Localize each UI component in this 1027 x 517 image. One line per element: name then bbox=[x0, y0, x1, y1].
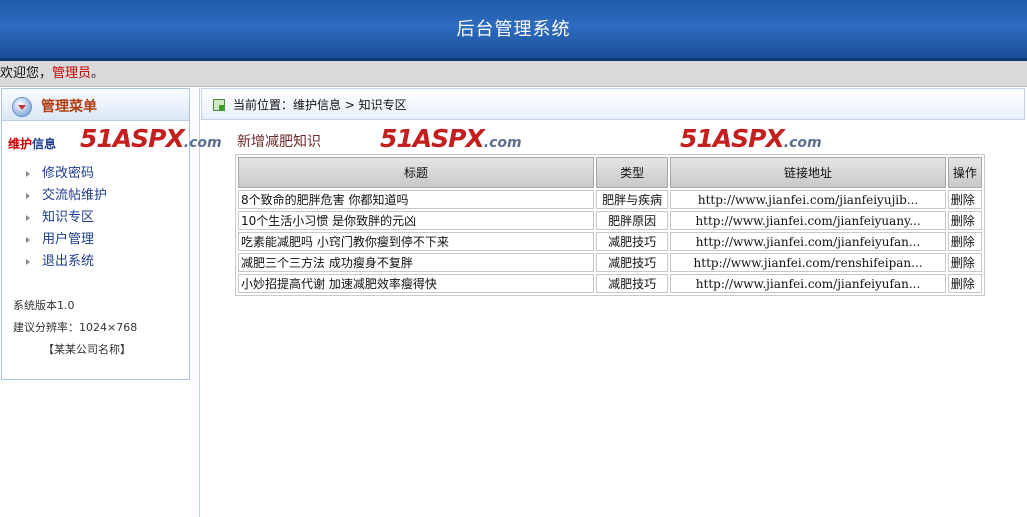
system-info: 系统版本1.0 建议分辨率：1024×768 【某某公司名称】 bbox=[13, 295, 137, 361]
row-type: 肥胖原因 bbox=[595, 211, 669, 230]
row-title: 减肥三个三方法 成功瘦身不复胖 bbox=[238, 253, 594, 272]
table-row: 小妙招提高代谢 加速减肥效率瘦得快 减肥技巧 http://www.jianfe… bbox=[238, 274, 982, 293]
row-action-cell: 删除 bbox=[947, 232, 982, 251]
row-url-link[interactable]: http://www.jianfei.com/jianfeiyufan... bbox=[696, 277, 921, 291]
delete-button[interactable]: 删除 bbox=[951, 193, 975, 207]
delete-button[interactable]: 删除 bbox=[951, 256, 975, 270]
recommended-resolution: 建议分辨率：1024×768 bbox=[13, 321, 138, 334]
welcome-suffix: 。 bbox=[91, 66, 105, 81]
row-url-cell: http://www.jianfei.com/jianfeiyufan... bbox=[670, 232, 946, 251]
current-user-name: 管理员 bbox=[52, 66, 92, 81]
row-action-cell: 删除 bbox=[947, 274, 982, 293]
table-row: 减肥三个三方法 成功瘦身不复胖 减肥技巧 http://www.jianfei.… bbox=[238, 253, 982, 272]
row-title: 10个生活小习惯 是你致胖的元凶 bbox=[238, 211, 594, 230]
row-url-cell: http://www.jianfei.com/renshifeipan... bbox=[670, 253, 946, 272]
section-title: 维护信息 bbox=[8, 135, 56, 152]
watermark-suffix: .com bbox=[183, 135, 222, 151]
sidebar-item-users[interactable]: 用户管理 bbox=[2, 229, 189, 251]
column-header-action: 操作 bbox=[947, 157, 982, 188]
column-header-title: 标题 bbox=[238, 157, 594, 188]
row-title: 8个致命的肥胖危害 你都知道吗 bbox=[238, 190, 594, 209]
section-title-part1: 维护 bbox=[8, 137, 33, 151]
watermark-logo: 51ASPX.com bbox=[380, 124, 522, 153]
app-title: 后台管理系统 bbox=[456, 19, 571, 40]
table-row: 8个致命的肥胖危害 你都知道吗 肥胖与疾病 http://www.jianfei… bbox=[238, 190, 982, 209]
row-url-link[interactable]: http://www.jianfei.com/renshifeipan... bbox=[694, 256, 923, 270]
row-title: 小妙招提高代谢 加速减肥效率瘦得快 bbox=[238, 274, 594, 293]
row-url-cell: http://www.jianfei.com/jianfeiyujib... bbox=[670, 190, 946, 209]
sidebar-item-change-password[interactable]: 修改密码 bbox=[2, 163, 189, 185]
watermark-text: 51ASPX bbox=[380, 124, 485, 153]
system-version: 系统版本1.0 bbox=[13, 299, 75, 312]
add-knowledge-link[interactable]: 新增减肥知识 bbox=[237, 131, 321, 151]
watermark-suffix: .com bbox=[483, 135, 522, 151]
column-header-url: 链接地址 bbox=[670, 157, 946, 188]
sidebar-item-post-maintenance[interactable]: 交流帖维护 bbox=[2, 185, 189, 207]
row-type: 减肥技巧 bbox=[595, 232, 669, 251]
row-url-cell: http://www.jianfei.com/jianfeiyuany... bbox=[670, 211, 946, 230]
delete-button[interactable]: 删除 bbox=[951, 277, 975, 291]
top-header: 后台管理系统 bbox=[0, 0, 1027, 61]
row-url-cell: http://www.jianfei.com/jianfeiyufan... bbox=[670, 274, 946, 293]
table-header-row: 标题 类型 链接地址 操作 bbox=[238, 157, 982, 188]
row-url-link[interactable]: http://www.jianfei.com/jianfeiyuany... bbox=[695, 214, 920, 228]
watermark-logo: 51ASPX.com bbox=[680, 124, 822, 153]
watermark-text: 51ASPX bbox=[80, 124, 185, 153]
breadcrumb-text: 当前位置：维护信息 > 知识专区 bbox=[233, 98, 407, 112]
row-url-link[interactable]: http://www.jianfei.com/jianfeiyufan... bbox=[696, 235, 921, 249]
menu-toggle-icon[interactable] bbox=[12, 97, 32, 117]
section-title-part2: 信息 bbox=[32, 137, 57, 151]
company-name: 【某某公司名称】 bbox=[43, 343, 131, 356]
row-type: 肥胖与疾病 bbox=[595, 190, 669, 209]
column-header-type: 类型 bbox=[595, 157, 669, 188]
row-title: 吃素能减肥吗 小窍门教你瘦到停不下来 bbox=[238, 232, 594, 251]
breadcrumb: 当前位置：维护信息 > 知识专区 bbox=[201, 88, 1025, 120]
table-row: 吃素能减肥吗 小窍门教你瘦到停不下来 减肥技巧 http://www.jianf… bbox=[238, 232, 982, 251]
row-action-cell: 删除 bbox=[947, 190, 982, 209]
welcome-prefix: 欢迎您， bbox=[0, 66, 53, 81]
delete-button[interactable]: 删除 bbox=[951, 235, 975, 249]
table-row: 10个生活小习惯 是你致胖的元凶 肥胖原因 http://www.jianfei… bbox=[238, 211, 982, 230]
menu-title: 管理菜单 bbox=[41, 99, 97, 115]
watermark-text: 51ASPX bbox=[680, 124, 785, 153]
welcome-bar: 欢迎您，管理员。 bbox=[0, 61, 1027, 87]
row-action-cell: 删除 bbox=[947, 211, 982, 230]
menu-list: 修改密码 交流帖维护 知识专区 用户管理 退出系统 bbox=[2, 163, 189, 273]
knowledge-table: 标题 类型 链接地址 操作 8个致命的肥胖危害 你都知道吗 肥胖与疾病 http… bbox=[235, 154, 985, 296]
sidebar-item-logout[interactable]: 退出系统 bbox=[2, 251, 189, 273]
row-type: 减肥技巧 bbox=[595, 253, 669, 272]
sidebar-item-knowledge[interactable]: 知识专区 bbox=[2, 207, 189, 229]
watermark-suffix: .com bbox=[783, 135, 822, 151]
watermark-logo: 51ASPX.com bbox=[80, 124, 222, 153]
location-icon bbox=[213, 99, 225, 111]
row-url-link[interactable]: http://www.jianfei.com/jianfeiyujib... bbox=[698, 193, 918, 207]
row-type: 减肥技巧 bbox=[595, 274, 669, 293]
delete-button[interactable]: 删除 bbox=[951, 214, 975, 228]
row-action-cell: 删除 bbox=[947, 253, 982, 272]
menu-header: 管理菜单 bbox=[2, 89, 189, 121]
